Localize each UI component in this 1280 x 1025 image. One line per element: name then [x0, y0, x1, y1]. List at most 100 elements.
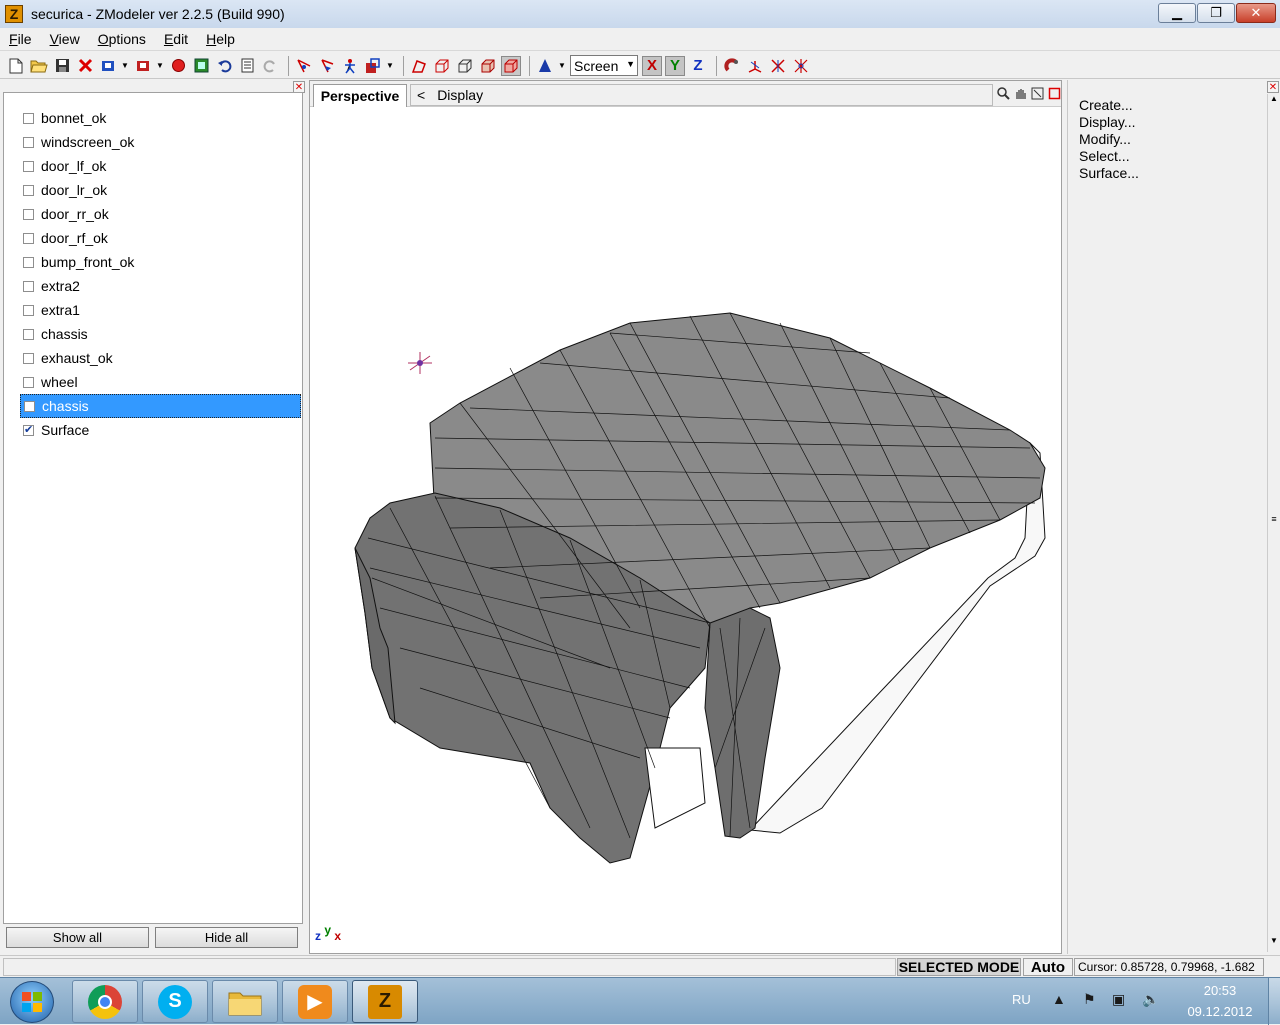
- object-item-surface[interactable]: ✔ Surface: [20, 418, 301, 442]
- import-icon[interactable]: [98, 56, 118, 76]
- command-scrollbar[interactable]: ▲ ≡ ▼: [1267, 94, 1279, 952]
- status-mode[interactable]: SELECTED MODE: [897, 958, 1021, 976]
- command-modify[interactable]: Modify...: [1079, 131, 1139, 148]
- object-checkbox[interactable]: [23, 136, 34, 148]
- car-body-mesh[interactable]: [354, 312, 1046, 864]
- object-item-bump-front-ok[interactable]: bump_front_ok: [20, 250, 301, 274]
- object-list[interactable]: bonnet_ok windscreen_ok door_lf_ok door_…: [3, 92, 303, 924]
- object-checkbox[interactable]: [23, 352, 34, 364]
- light-icon[interactable]: [535, 56, 555, 76]
- object-checkbox[interactable]: [23, 280, 34, 292]
- maximize-viewport-icon[interactable]: [1047, 86, 1062, 101]
- zoom-icon[interactable]: [996, 86, 1011, 101]
- object-checkbox[interactable]: [23, 328, 34, 340]
- command-select[interactable]: Select...: [1079, 148, 1139, 165]
- object-checkbox[interactable]: [23, 304, 34, 316]
- object-item-bonnet-ok[interactable]: bonnet_ok: [20, 106, 301, 130]
- network-icon[interactable]: ▣: [1112, 991, 1125, 1008]
- save-icon[interactable]: [52, 56, 72, 76]
- rotate-view-icon[interactable]: [1030, 86, 1045, 101]
- breadcrumb-display[interactable]: Display: [437, 87, 483, 103]
- light-dropdown-icon[interactable]: ▼: [558, 61, 566, 70]
- object-checkbox[interactable]: [24, 400, 35, 412]
- export-icon[interactable]: [133, 56, 153, 76]
- import-dropdown-icon[interactable]: ▼: [121, 61, 129, 70]
- menu-help[interactable]: Help: [197, 31, 244, 47]
- new-file-icon[interactable]: [6, 56, 26, 76]
- box-edge-icon[interactable]: [455, 56, 475, 76]
- axis-x-toggle[interactable]: X: [642, 55, 662, 76]
- undo-icon[interactable]: [214, 56, 234, 76]
- menu-file[interactable]: File: [0, 31, 41, 47]
- select-vertex-icon[interactable]: [294, 56, 314, 76]
- box-wire-icon[interactable]: [432, 56, 452, 76]
- scroll-up-icon[interactable]: ▲: [1268, 94, 1280, 106]
- box-face-icon[interactable]: [478, 56, 498, 76]
- object-checkbox[interactable]: [23, 112, 34, 124]
- magnet-icon[interactable]: [722, 56, 742, 76]
- select-face-icon[interactable]: [317, 56, 337, 76]
- object-item-door-lf-ok[interactable]: door_lf_ok: [20, 154, 301, 178]
- axis-cross-icon[interactable]: [768, 56, 788, 76]
- clock-time[interactable]: 20:53: [1190, 983, 1250, 998]
- taskbar-skype[interactable]: S: [142, 980, 208, 1023]
- object-checkbox[interactable]: [23, 160, 34, 172]
- axis-y-toggle[interactable]: Y: [665, 55, 685, 76]
- show-hidden-icons-icon[interactable]: ▲: [1052, 991, 1066, 1007]
- volume-icon[interactable]: 🔈: [1142, 991, 1159, 1008]
- status-auto[interactable]: Auto: [1023, 958, 1073, 976]
- object-checkbox[interactable]: [23, 232, 34, 244]
- command-create[interactable]: Create...: [1079, 97, 1139, 114]
- axis-gizmo-icon[interactable]: [745, 56, 765, 76]
- object-item-wheel[interactable]: wheel: [20, 370, 301, 394]
- export-dropdown-icon[interactable]: ▼: [156, 61, 164, 70]
- view-select[interactable]: Screen ▼: [570, 55, 638, 76]
- pivot-icon[interactable]: [791, 56, 811, 76]
- minimize-button[interactable]: ▁: [1158, 3, 1196, 23]
- create-mesh-icon[interactable]: [409, 56, 429, 76]
- object-item-door-lr-ok[interactable]: door_lr_ok: [20, 178, 301, 202]
- open-folder-icon[interactable]: [29, 56, 49, 76]
- menu-options[interactable]: Options: [89, 31, 155, 47]
- axis-z-toggle[interactable]: Z: [688, 56, 708, 76]
- transform-dropdown-icon[interactable]: ▼: [386, 61, 394, 70]
- object-checkbox-checked[interactable]: ✔: [23, 424, 34, 436]
- move-icon[interactable]: [340, 56, 360, 76]
- object-checkbox[interactable]: [23, 208, 34, 220]
- object-item-door-rr-ok[interactable]: door_rr_ok: [20, 202, 301, 226]
- close-button[interactable]: ✕: [1236, 3, 1276, 23]
- command-display[interactable]: Display...: [1079, 114, 1139, 131]
- scale-icon[interactable]: [363, 56, 383, 76]
- zmodeler-app-icon[interactable]: Z: [5, 5, 23, 23]
- hide-all-button[interactable]: Hide all: [155, 927, 298, 948]
- object-item-exhaust-ok[interactable]: exhaust_ok: [20, 346, 301, 370]
- object-checkbox[interactable]: [23, 256, 34, 268]
- box-solid-icon[interactable]: [501, 55, 521, 76]
- show-desktop-button[interactable]: [1268, 978, 1280, 1025]
- panel-close-button[interactable]: ✕: [1267, 81, 1279, 93]
- start-button[interactable]: [10, 981, 54, 1023]
- back-arrow-button[interactable]: <: [417, 87, 425, 103]
- pan-hand-icon[interactable]: [1013, 86, 1028, 101]
- command-surface[interactable]: Surface...: [1079, 165, 1139, 182]
- language-indicator[interactable]: RU: [1012, 992, 1031, 1007]
- action-center-flag-icon[interactable]: ⚑: [1083, 991, 1096, 1008]
- object-item-chassis[interactable]: chassis: [20, 322, 301, 346]
- scroll-grip-icon[interactable]: ≡: [1268, 514, 1280, 526]
- 3d-viewport-canvas[interactable]: [310, 108, 1061, 953]
- record-icon[interactable]: [168, 56, 188, 76]
- taskbar-media-player[interactable]: ▶: [282, 980, 348, 1023]
- properties-icon[interactable]: [237, 56, 257, 76]
- menu-view[interactable]: View: [41, 31, 89, 47]
- delete-icon[interactable]: [75, 56, 95, 76]
- show-all-button[interactable]: Show all: [6, 927, 149, 948]
- texture-icon[interactable]: [191, 56, 211, 76]
- menu-edit[interactable]: Edit: [155, 31, 197, 47]
- object-checkbox[interactable]: [23, 184, 34, 196]
- object-item-door-rf-ok[interactable]: door_rf_ok: [20, 226, 301, 250]
- object-item-chassis-selected[interactable]: chassis: [20, 394, 301, 418]
- object-checkbox[interactable]: [23, 376, 34, 388]
- taskbar-chrome[interactable]: [72, 980, 138, 1023]
- object-item-extra1[interactable]: extra1: [20, 298, 301, 322]
- clock-date[interactable]: 09.12.2012: [1178, 1004, 1262, 1019]
